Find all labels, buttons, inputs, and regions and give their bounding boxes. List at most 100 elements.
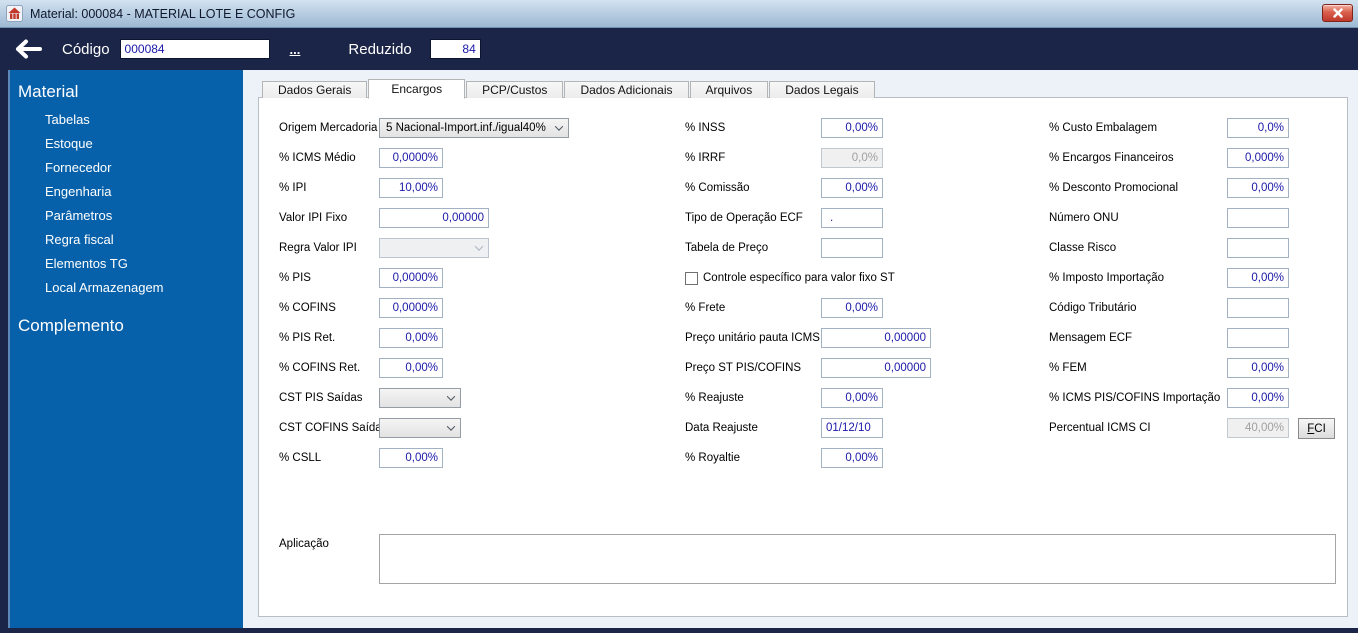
- form-row: % COFINS Ret.: [279, 358, 443, 378]
- icms-pis-cofins-importacao-label: % ICMS PIS/COFINS Importação: [1049, 392, 1221, 404]
- preco-pauta-icms-label: Preço unitário pauta ICMS: [685, 332, 820, 344]
- preco-st-pis-cofins-input[interactable]: [821, 358, 931, 378]
- tab-dados-adicionais[interactable]: Dados Adicionais: [564, 81, 689, 98]
- sidebar-item-parametros[interactable]: Parâmetros: [45, 208, 112, 223]
- codigo-lookup-link[interactable]: ...: [290, 42, 301, 57]
- form-row: % Frete: [685, 298, 883, 318]
- preco-pauta-icms-input[interactable]: [821, 328, 931, 348]
- fem-input[interactable]: [1227, 358, 1289, 378]
- sidebar-item-elementos-tg[interactable]: Elementos TG: [45, 256, 128, 271]
- valor-ipi-fixo-input[interactable]: [379, 208, 489, 228]
- numero-onu-label: Número ONU: [1049, 212, 1119, 224]
- sidebar-item-local-armazenagem[interactable]: Local Armazenagem: [45, 280, 164, 295]
- numero-onu-input[interactable]: [1227, 208, 1289, 228]
- data-reajuste-input[interactable]: [821, 418, 883, 438]
- tab-dados-legais[interactable]: Dados Legais: [769, 81, 875, 98]
- tipo-operacao-ecf-input[interactable]: [821, 208, 883, 228]
- form-row: % ICMS PIS/COFINS Importação: [1049, 388, 1289, 408]
- tab-arquivos[interactable]: Arquivos: [689, 81, 769, 98]
- inss-input[interactable]: [821, 118, 883, 138]
- valor-ipi-fixo-label: Valor IPI Fixo: [279, 212, 348, 224]
- select-value: 5 Nacional-Import.inf./igual40%: [386, 122, 546, 134]
- form-row: Tabela de Preço: [685, 238, 883, 258]
- sidebar-item-fornecedor[interactable]: Fornecedor: [45, 160, 111, 175]
- custo-embalagem-input[interactable]: [1227, 118, 1289, 138]
- tipo-operacao-ecf-label: Tipo de Operação ECF: [685, 212, 803, 224]
- controle-st-label[interactable]: Controle específico para valor fixo ST: [703, 272, 895, 284]
- imposto-importacao-label: % Imposto Importação: [1049, 272, 1165, 284]
- cofins-ret-label: % COFINS Ret.: [279, 362, 361, 374]
- ipi-input[interactable]: [379, 178, 443, 198]
- irrf-label: % IRRF: [685, 152, 726, 164]
- form-row: Percentual ICMS CI: [1049, 418, 1289, 438]
- mensagem-ecf-input[interactable]: [1227, 328, 1289, 348]
- pis-ret-input[interactable]: [379, 328, 443, 348]
- sidebar-item-estoque[interactable]: Estoque: [45, 136, 93, 151]
- form-row: % Reajuste: [685, 388, 883, 408]
- icms-medio-input[interactable]: [379, 148, 443, 168]
- classe-risco-input[interactable]: [1227, 238, 1289, 258]
- tab-dados-gerais[interactable]: Dados Gerais: [262, 81, 368, 98]
- royaltie-label: % Royaltie: [685, 452, 740, 464]
- codigo-input[interactable]: [119, 39, 270, 59]
- origem-mercadoria-select[interactable]: 5 Nacional-Import.inf./igual40%: [379, 118, 569, 138]
- form-row: % ICMS Médio: [279, 148, 443, 168]
- tab-pcp-custos[interactable]: PCP/Custos: [466, 81, 564, 98]
- aplicacao-textarea[interactable]: [379, 534, 1336, 584]
- pis-label: % PIS: [279, 272, 311, 284]
- form-row: Mensagem ECF: [1049, 328, 1289, 348]
- sidebar-item-tabelas[interactable]: Tabelas: [45, 112, 90, 127]
- aplicacao-label: Aplicação: [279, 538, 329, 550]
- ipi-label: % IPI: [279, 182, 307, 194]
- cofins-ret-input[interactable]: [379, 358, 443, 378]
- form-row: % IPI: [279, 178, 443, 198]
- chevron-down-icon: [554, 122, 564, 131]
- percentual-icms-ci-input: [1227, 418, 1289, 438]
- form-row: Preço unitário pauta ICMS: [685, 328, 931, 348]
- sidebar-item-regra-fiscal[interactable]: Regra fiscal: [45, 232, 114, 247]
- form-row: % Desconto Promocional: [1049, 178, 1289, 198]
- form-row: Preço ST PIS/COFINS: [685, 358, 931, 378]
- custo-embalagem-label: % Custo Embalagem: [1049, 122, 1158, 134]
- royaltie-input[interactable]: [821, 448, 883, 468]
- encargos-financeiros-input[interactable]: [1227, 148, 1289, 168]
- form-row: % Custo Embalagem: [1049, 118, 1289, 138]
- cst-cofins-saidas-select[interactable]: [379, 418, 461, 438]
- regra-valor-ipi-select: [379, 238, 489, 258]
- close-button[interactable]: [1322, 4, 1353, 22]
- back-button[interactable]: [8, 34, 48, 64]
- inss-label: % INSS: [685, 122, 726, 134]
- fci-button[interactable]: FCI: [1298, 418, 1335, 439]
- form-row: Regra Valor IPI: [279, 238, 489, 258]
- form-row: % PIS: [279, 268, 443, 288]
- app-logo-icon: [6, 5, 23, 22]
- cst-pis-saidas-select[interactable]: [379, 388, 461, 408]
- tab-encargos[interactable]: Encargos: [368, 79, 466, 99]
- codigo-tributario-input[interactable]: [1227, 298, 1289, 318]
- application-window: Material: 000084 - MATERIAL LOTE E CONFI…: [0, 0, 1358, 633]
- comissao-input[interactable]: [821, 178, 883, 198]
- form-row: % Comissão: [685, 178, 883, 198]
- reduzido-input[interactable]: [429, 39, 481, 59]
- classe-risco-label: Classe Risco: [1049, 242, 1117, 254]
- imposto-importacao-input[interactable]: [1227, 268, 1289, 288]
- tabela-preco-input[interactable]: [821, 238, 883, 258]
- sidebar-section-complemento[interactable]: Complemento: [18, 316, 124, 336]
- desconto-promocional-input[interactable]: [1227, 178, 1289, 198]
- cofins-input[interactable]: [379, 298, 443, 318]
- reajuste-input[interactable]: [821, 388, 883, 408]
- controle-st-checkbox[interactable]: [685, 271, 698, 285]
- pis-input[interactable]: [379, 268, 443, 288]
- tabela-preco-label: Tabela de Preço: [685, 242, 769, 254]
- main-content: Dados Gerais Encargos PCP/Custos Dados A…: [243, 70, 1358, 628]
- sidebar-section-material: Material: [18, 82, 79, 101]
- origem-mercadoria-label: Origem Mercadoria: [279, 122, 378, 134]
- fem-label: % FEM: [1049, 362, 1087, 374]
- icms-pis-cofins-importacao-input[interactable]: [1227, 388, 1289, 408]
- csll-input[interactable]: [379, 448, 443, 468]
- form-row: % INSS: [685, 118, 883, 138]
- frete-input[interactable]: [821, 298, 883, 318]
- sidebar-item-engenharia[interactable]: Engenharia: [45, 184, 112, 199]
- percentual-icms-ci-label: Percentual ICMS CI: [1049, 422, 1151, 434]
- bottom-border-strip: [0, 628, 1358, 633]
